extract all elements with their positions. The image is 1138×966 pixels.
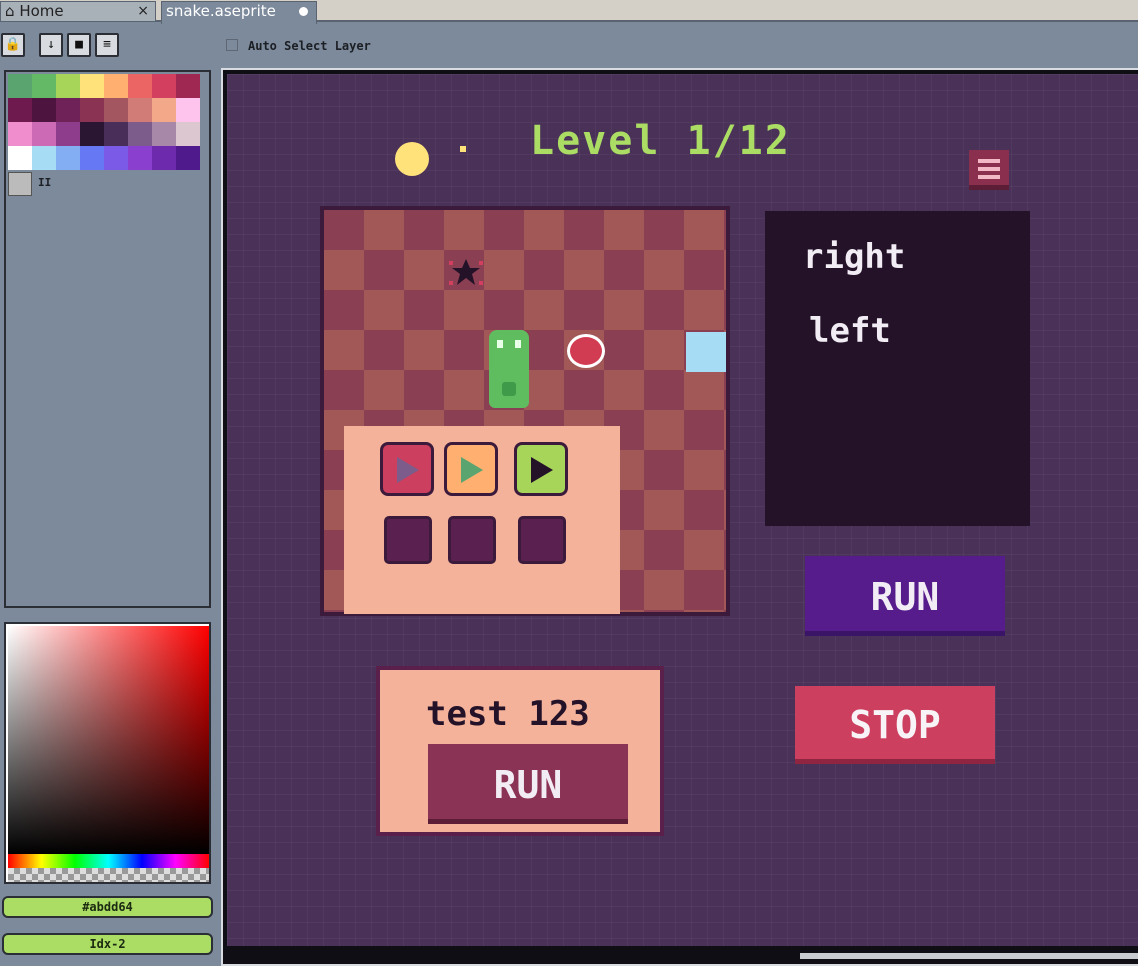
apple-icon [567,334,605,368]
close-icon[interactable]: × [137,2,149,21]
menu-button[interactable] [969,150,1009,190]
color-index-field[interactable]: Idx-2 [2,933,213,955]
color-picker [4,622,211,884]
palette-swatch[interactable] [104,122,128,146]
test-run-button[interactable]: RUN [428,744,628,824]
palette-swatch[interactable] [104,98,128,122]
palette-swatch[interactable] [152,122,176,146]
tab-snake-aseprite[interactable]: snake.aseprite [161,1,317,24]
sprite-canvas[interactable]: Level 1/12 right left RUN STOP test 123 … [227,74,1138,946]
palette-swatch[interactable] [32,146,56,170]
command-log-panel: right left [765,211,1030,526]
command-button-right-alt[interactable] [444,442,498,496]
auto-select-label: Auto Select Layer [248,39,371,53]
arrow-right-icon [461,457,483,483]
palette-swatch[interactable] [176,98,200,122]
palette-swatch[interactable] [80,122,104,146]
palette-swatch[interactable] [56,74,80,98]
stop-square-button[interactable]: ■ [67,33,91,57]
palette-swatch[interactable] [104,146,128,170]
palette-swatch[interactable] [176,146,200,170]
menu-line-icon [978,167,1000,171]
palette-swatch[interactable] [176,74,200,98]
sun-icon [395,142,429,176]
palette-swatch[interactable] [80,74,104,98]
arrow-right-icon [531,457,553,483]
move-down-button[interactable]: ↓ [39,33,63,57]
canvas-frame: Level 1/12 right left RUN STOP test 123 … [221,68,1138,966]
menu-lines-button[interactable]: ≡ [95,33,119,57]
palette-swatch[interactable] [128,146,152,170]
arrow-down-icon: ↓ [47,37,55,52]
palette-swatch[interactable] [128,122,152,146]
alpha-slider[interactable] [8,868,209,882]
test-label: test 123 [426,694,590,734]
auto-select-checkbox[interactable] [226,39,238,51]
lines-icon: ≡ [103,37,111,52]
snake-body [489,370,529,408]
command-slot[interactable] [518,516,566,564]
tab-home[interactable]: ⌂ Home × [0,1,156,22]
command-panel [344,426,620,614]
transparent-swatch[interactable] [8,172,32,196]
saturation-value-area[interactable] [8,626,209,854]
lock-button[interactable]: 🔒 [1,33,25,57]
palette-mode-label: II [38,176,52,189]
tab-snake-label: snake.aseprite [166,2,276,20]
palette-swatch[interactable] [56,146,80,170]
hue-slider[interactable] [8,854,209,868]
snake-eye-icon [497,340,503,348]
palette-swatch[interactable] [80,98,104,122]
scrollbar-thumb[interactable] [800,953,1138,959]
test-panel: test 123 RUN [376,666,664,836]
game-board [320,206,730,616]
palette-swatch[interactable] [56,122,80,146]
home-icon: ⌂ [5,2,15,20]
dot-icon [460,146,466,152]
palette-swatch[interactable] [8,122,32,146]
palette-swatch[interactable] [8,74,32,98]
goal-tile [686,332,726,372]
palette-swatch[interactable] [32,98,56,122]
palette-swatch[interactable] [152,146,176,170]
palette-swatch[interactable] [128,98,152,122]
horizontal-scrollbar[interactable] [227,946,1138,964]
snake-head [489,330,529,372]
palette-swatch[interactable] [176,122,200,146]
arrow-right-icon [397,457,419,483]
palette-swatch[interactable] [32,74,56,98]
palette-swatch[interactable] [104,74,128,98]
snake-eye-icon [515,340,521,348]
spider-icon [449,259,483,285]
run-button[interactable]: RUN [805,556,1005,636]
command-button-right[interactable] [380,442,434,496]
palette-swatch[interactable] [128,74,152,98]
command-slot[interactable] [448,516,496,564]
palette-swatch[interactable] [56,98,80,122]
menu-line-icon [978,175,1000,179]
palette-swatch[interactable] [152,98,176,122]
lock-icon: 🔒 [4,37,22,52]
square-icon: ■ [75,37,83,52]
log-line: left [809,311,891,351]
snake-pattern-icon [502,382,516,396]
unsaved-dot-icon [299,7,308,16]
palette-swatch[interactable] [32,122,56,146]
menu-line-icon [978,159,1000,163]
hex-color-field[interactable]: #abdd64 [2,896,213,918]
tab-home-label: Home [19,2,64,20]
command-slot[interactable] [384,516,432,564]
palette-swatch[interactable] [8,146,32,170]
stop-button[interactable]: STOP [795,686,995,764]
palette-panel: II [4,70,211,608]
palette-swatch[interactable] [152,74,176,98]
level-title: Level 1/12 [530,118,791,164]
palette-swatch[interactable] [80,146,104,170]
log-line: right [803,237,906,277]
command-button-forward[interactable] [514,442,568,496]
palette-swatch[interactable] [8,98,32,122]
